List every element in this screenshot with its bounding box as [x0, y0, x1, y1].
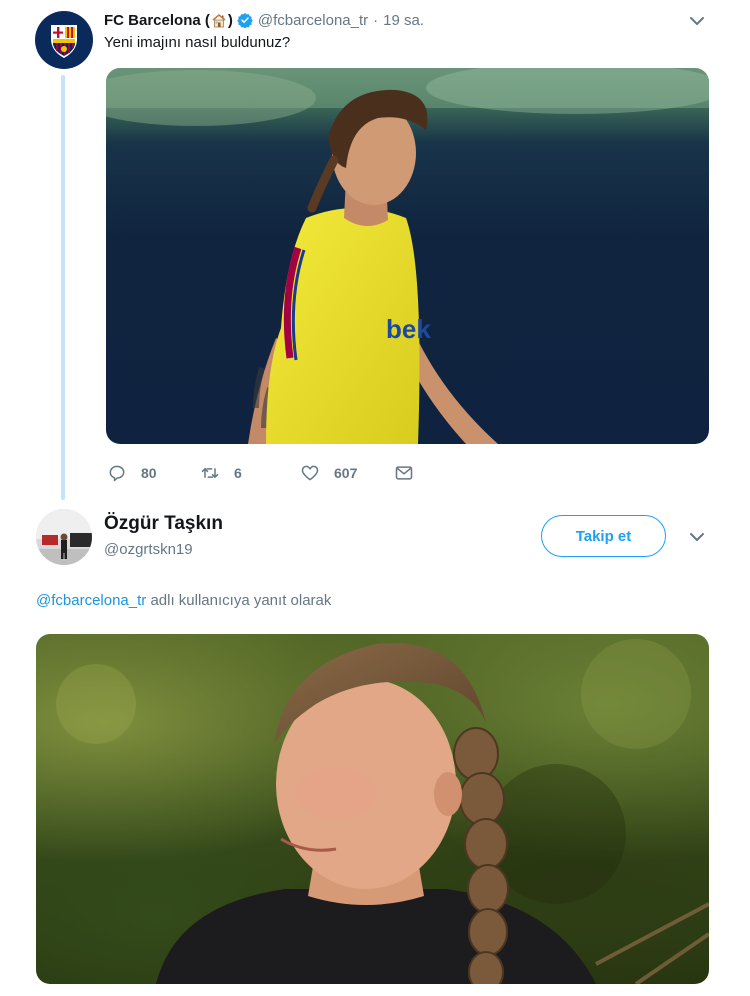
fcb-avatar[interactable]	[35, 11, 93, 69]
user-avatar[interactable]	[36, 509, 92, 565]
follow-button[interactable]: Takip et	[541, 515, 666, 557]
reply-media-photo[interactable]	[36, 634, 709, 984]
retweet-count: 6	[234, 465, 242, 481]
dm-icon	[395, 466, 413, 480]
reply-display-name[interactable]: Özgür Taşkın	[104, 513, 223, 535]
tweet-options-button[interactable]	[686, 10, 708, 32]
like-count: 607	[334, 465, 358, 481]
chevron-down-icon	[690, 17, 704, 25]
retweet-button[interactable]: 6	[200, 460, 242, 486]
twitter-thread-view: FC Barcelona ( ) @fcbarcelona_tr · 19 sa…	[0, 0, 750, 996]
like-button[interactable]: 607	[300, 460, 357, 486]
reply-handle[interactable]: @ozgrtskn19	[104, 541, 193, 558]
reply-count: 80	[141, 465, 157, 481]
svg-text:bek: bek	[386, 314, 431, 344]
fc-barcelona-crest-icon	[42, 18, 86, 62]
tweet-header: FC Barcelona ( ) @fcbarcelona_tr · 19 sa…	[104, 9, 710, 31]
chevron-down-icon	[690, 533, 704, 541]
player-photo: bek	[106, 68, 709, 444]
tweet-timestamp[interactable]: 19 sa.	[383, 12, 424, 29]
tweet-handle[interactable]: @fcbarcelona_tr	[258, 12, 368, 29]
tweet-text: Yeni imajını nasıl buldunuz?	[104, 34, 291, 51]
woman-photo	[56, 639, 709, 984]
direct-message-button[interactable]	[394, 460, 414, 486]
reply-context: @fcbarcelona_tr adlı kullanıcıya yanıt o…	[36, 592, 331, 609]
thread-connector-line	[61, 75, 65, 500]
reply-button[interactable]: 80	[107, 460, 157, 486]
tweet-display-name[interactable]: FC Barcelona (	[104, 12, 210, 29]
header-separator: ·	[373, 11, 379, 29]
retweet-icon	[201, 468, 219, 478]
tweet-display-name-suffix: )	[227, 11, 233, 29]
tweet-media-photo[interactable]: bek	[106, 68, 709, 444]
house-emoji-icon	[212, 13, 226, 27]
like-icon	[301, 465, 319, 481]
reply-context-text: adlı kullanıcıya yanıt olarak	[146, 592, 332, 609]
reply-icon	[109, 465, 125, 482]
reply-options-button[interactable]	[686, 526, 708, 548]
user-avatar-image	[36, 509, 92, 565]
verified-badge-icon	[237, 13, 253, 28]
reply-context-mention[interactable]: @fcbarcelona_tr	[36, 592, 146, 609]
